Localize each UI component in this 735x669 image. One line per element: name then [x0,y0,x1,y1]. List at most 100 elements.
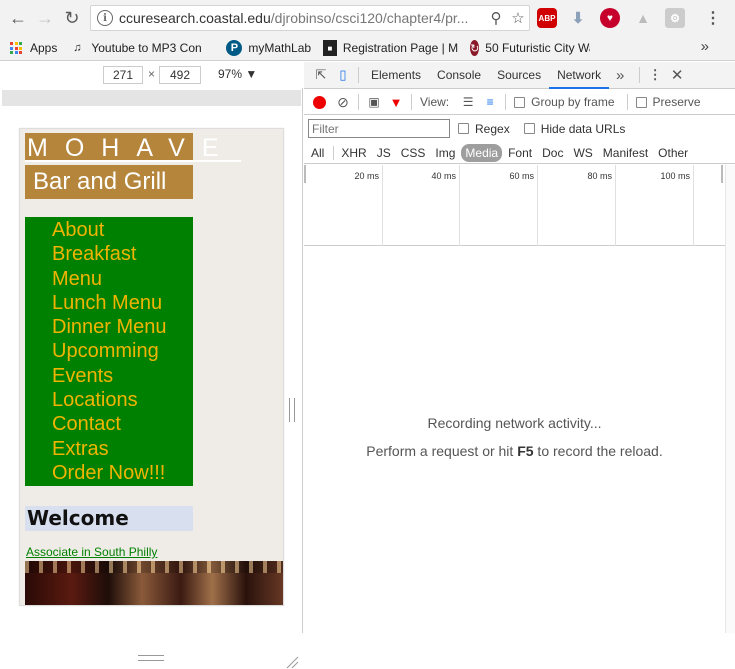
tab-sources[interactable]: Sources [489,62,549,89]
reload-icon[interactable]: ↻ [60,6,84,30]
waterfall-overview-icon[interactable]: ≡ [479,91,501,113]
nav-link-extras[interactable]: Extras [25,437,193,461]
device-resize-handle-bottom[interactable] [138,655,164,661]
timeline-gridline [459,165,460,246]
type-all[interactable]: All [307,144,328,162]
regex-checkbox[interactable] [458,123,469,134]
download-arrow-icon[interactable]: ⬇ [568,8,588,28]
nav-link-contact[interactable]: Contact [25,412,193,436]
device-toggle-icon[interactable]: ▯ [332,64,354,86]
nav-link-upcoming[interactable]: Upcomming [25,339,193,363]
filter-funnel-icon[interactable]: ▼ [385,91,407,113]
divider [639,67,641,83]
forward-arrow-icon[interactable]: → [33,6,57,30]
emulated-device-screen: MOHAVE Bar and Grill About Breakfast Men… [19,128,284,606]
device-width-input[interactable]: 271 [103,66,143,84]
record-icon[interactable] [313,95,326,109]
more-bookmarks-icon[interactable]: » [701,38,709,55]
tab-network[interactable]: Network [549,62,610,89]
reload-hint-key: F5 [517,443,534,459]
corner-resize-icon[interactable] [285,655,299,669]
more-tabs-icon[interactable]: » [609,64,631,86]
devtools-menu-icon[interactable]: ⋮ [644,64,666,86]
browser-toolbar: ← → ↻ i ccuresearch.coastal.edu/djrobins… [0,0,735,36]
associate-link[interactable]: Associate in South Philly [26,545,157,559]
back-arrow-icon[interactable]: ← [6,6,30,30]
type-xhr[interactable]: XHR [337,144,370,162]
extension-gear-icon[interactable]: ⚙ [665,8,685,28]
overview-right-handle[interactable] [721,165,723,183]
overview-left-handle[interactable] [304,165,306,183]
type-manifest[interactable]: Manifest [599,144,652,162]
bookmark-registration[interactable]: ■ Registration Page | M [323,40,458,56]
device-height-input[interactable]: 492 [159,66,201,84]
url-host: ccuresearch.coastal.edu [119,10,271,26]
nav-link-locations[interactable]: Locations [25,388,193,412]
inspect-element-icon[interactable]: ⇱ [310,64,332,86]
filter-input[interactable] [308,119,450,138]
bookmark-label: 50 Futuristic City Wall [485,41,591,55]
regex-label: Regex [475,121,510,136]
nav-link-about[interactable]: About [25,218,193,242]
address-bar[interactable]: i ccuresearch.coastal.edu/djrobinso/csci… [90,5,530,31]
large-rows-icon[interactable]: ☰ [457,91,479,113]
iheart-icon[interactable]: ♥ [600,8,620,28]
dropdown-triangle-icon: ▼ [245,67,258,81]
capture-screenshots-icon[interactable]: ▣ [363,91,385,113]
page-viewport: 271 × 492 97% ▼ MOHAVE Bar and Grill Abo… [0,62,303,669]
media-query-ruler[interactable] [2,90,301,106]
bookmark-futuristic-city[interactable]: ↻ 50 Futuristic City Wall [470,40,590,56]
adblock-icon[interactable]: ABP [537,8,557,28]
devtools-scrollbar[interactable] [725,165,735,633]
bookmarks-bar: Apps ♫ Youtube to MP3 Con P myMathLab ■ … [0,36,735,61]
divider [411,94,412,110]
timeline-gridline [693,165,694,246]
filter-row: Regex Hide data URLs [304,116,735,141]
zoom-search-icon[interactable]: ⚲ [485,9,507,27]
network-timeline-overview[interactable]: 20 ms 40 ms 60 ms 80 ms 100 ms [304,165,725,246]
zoom-dropdown[interactable]: 97% ▼ [218,67,257,81]
reload-hint-prefix: Perform a request or hit [366,443,518,459]
circle-logo-icon: ↻ [470,40,480,56]
chrome-menu-icon[interactable]: ⋮ [705,8,721,28]
type-font[interactable]: Font [504,144,536,162]
type-img[interactable]: Img [431,144,459,162]
logo-underline [25,160,241,162]
timeline-tick-label: 20 ms [354,171,379,181]
nav-link-breakfast[interactable]: Breakfast [25,242,193,266]
device-resize-handle-right[interactable] [289,398,295,422]
timeline-tick-label: 40 ms [431,171,456,181]
restaurant-photo [25,561,283,605]
page-icon: ■ [323,40,337,56]
bookmark-youtube-mp3[interactable]: ♫ Youtube to MP3 Con [69,40,214,56]
type-ws[interactable]: WS [569,144,596,162]
nav-link-breakfast-menu[interactable]: Menu [25,267,193,291]
clear-icon[interactable]: ⊘ [332,91,354,113]
nav-link-dinner-menu[interactable]: Dinner Menu [25,315,193,339]
hide-data-urls-checkbox[interactable] [523,123,535,134]
group-by-frame-checkbox[interactable] [514,96,526,108]
timeline-tick-label: 100 ms [660,171,690,181]
bookmark-mymathlab[interactable]: P myMathLab [226,40,311,56]
site-info-icon[interactable]: i [97,10,113,26]
bookmark-star-icon[interactable]: ☆ [507,9,529,27]
preserve-log-checkbox[interactable] [635,96,647,108]
device-toolbar: 271 × 492 97% ▼ [0,62,303,88]
drive-icon[interactable]: ▲ [633,8,653,28]
tab-elements[interactable]: Elements [363,62,429,89]
url-text[interactable]: ccuresearch.coastal.edu/djrobinso/csci12… [119,10,485,26]
type-doc[interactable]: Doc [538,144,567,162]
nav-link-lunch-menu[interactable]: Lunch Menu [25,291,193,315]
type-media[interactable]: Media [461,143,503,162]
bookmark-apps[interactable]: Apps [0,41,57,55]
timeline-gridline [382,165,383,246]
type-css[interactable]: CSS [397,144,430,162]
timeline-tick-label: 80 ms [587,171,612,181]
close-devtools-icon[interactable]: ✕ [666,64,688,86]
type-js[interactable]: JS [373,144,395,162]
nav-link-events[interactable]: Events [25,364,193,388]
timeline-gridline [615,165,616,246]
nav-link-order-now[interactable]: Order Now!!! [25,461,193,485]
tab-console[interactable]: Console [429,62,489,89]
type-other[interactable]: Other [654,144,692,162]
